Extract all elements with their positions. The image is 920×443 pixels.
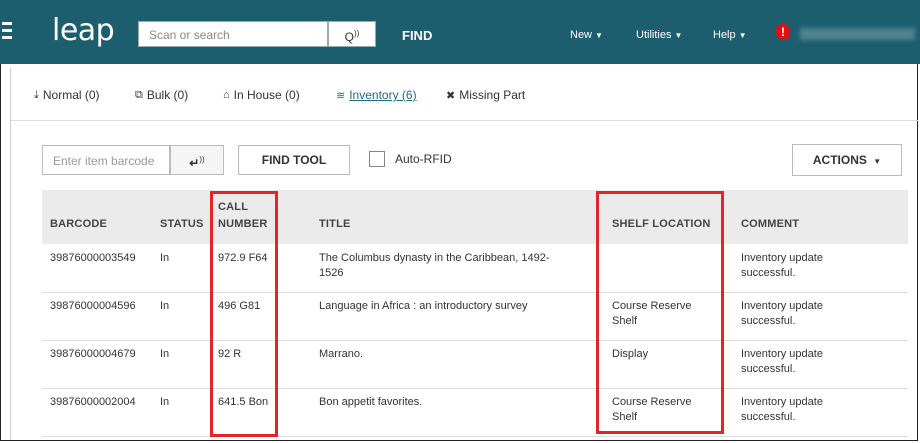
caret-down-icon: ▼	[595, 31, 603, 40]
cell-barcode: 39876000002004	[50, 396, 136, 408]
tab-normal[interactable]: ⤓ Normal (0)	[34, 88, 100, 102]
col-title[interactable]: TITLE	[319, 218, 351, 230]
auto-rfid-label: Auto-RFID	[395, 152, 452, 166]
puzzle-icon: ✖	[446, 89, 456, 102]
search-icon: Q	[344, 30, 354, 44]
cell-comment-line2: successful.	[741, 363, 796, 375]
cell-status: In	[160, 348, 170, 360]
download-icon: ⤓	[34, 88, 39, 101]
stack-icon: ≋	[336, 89, 346, 102]
search-input[interactable]: Scan or search	[138, 21, 328, 47]
table-row[interactable]: 39876000004596 In 496 G81 Language in Af…	[42, 292, 908, 341]
cell-title-line2: 1526	[319, 267, 344, 279]
app-logo[interactable]: leap	[52, 16, 115, 46]
user-account-menu[interactable]	[800, 28, 915, 40]
enter-icon: ↵	[189, 156, 200, 170]
cell-comment-line1: Inventory update	[741, 348, 823, 360]
nav-utilities-menu[interactable]: Utilities ▼	[636, 29, 682, 41]
cell-title-line1: Marrano.	[319, 348, 364, 360]
tab-inventory[interactable]: ≋ Inventory (6)	[336, 88, 417, 102]
cell-title-line1: Bon appetit favorites.	[319, 396, 423, 408]
table-header: BARCODE STATUS CALL NUMBER TITLE SHELF L…	[42, 190, 908, 244]
cell-comment-line1: Inventory update	[741, 300, 823, 312]
caret-down-icon: ▼	[873, 157, 882, 166]
shelf-location-highlight-box	[596, 191, 724, 434]
auto-rfid-checkbox[interactable]	[369, 151, 385, 167]
tab-missing-part-label: Missing Part	[459, 88, 526, 102]
tab-missing-part[interactable]: ✖ Missing Part	[446, 88, 525, 102]
find-tool-button[interactable]: FIND TOOL	[238, 145, 350, 175]
enter-barcode-button[interactable]: ↵))	[170, 145, 224, 175]
tab-bulk[interactable]: ⧉ Bulk (0)	[135, 88, 188, 102]
cell-barcode: 39876000004596	[50, 300, 136, 312]
tab-inventory-label: Inventory (6)	[349, 88, 417, 102]
nav-utilities-label: Utilities	[636, 29, 672, 41]
cell-barcode: 39876000003549	[50, 252, 136, 264]
alert-icon[interactable]: !	[776, 24, 790, 40]
cell-comment-line2: successful.	[741, 411, 796, 423]
home-icon: ⌂	[223, 89, 230, 101]
nav-new-menu[interactable]: New ▼	[570, 29, 603, 41]
nav-help-menu[interactable]: Help ▼	[713, 29, 747, 41]
cell-status: In	[160, 300, 170, 312]
rfid-signal-icon: ))	[199, 155, 205, 164]
table-row[interactable]: 39876000003549 In 972.9 F64 The Columbus…	[42, 244, 908, 293]
col-barcode[interactable]: BARCODE	[50, 218, 107, 230]
cell-comment-line2: successful.	[741, 267, 796, 279]
cell-title-line1: Language in Africa : an introductory sur…	[319, 300, 528, 312]
caret-down-icon: ▼	[674, 31, 683, 40]
cell-comment-line1: Inventory update	[741, 396, 823, 408]
nav-new-label: New	[570, 29, 593, 41]
search-scan-button[interactable]: Q))	[328, 21, 376, 47]
actions-dropdown-button[interactable]: ACTIONS ▼	[792, 144, 902, 176]
cell-barcode: 39876000004679	[50, 348, 136, 360]
top-navbar: leap Scan or search Q)) FIND New ▼ Utilit…	[0, 0, 920, 64]
nav-help-label: Help	[713, 29, 736, 41]
tab-in-house[interactable]: ⌂ In House (0)	[223, 88, 300, 102]
rfid-signal-icon: ))	[354, 29, 360, 38]
call-number-highlight-box	[210, 191, 278, 437]
hamburger-menu-icon[interactable]	[2, 22, 12, 40]
bulk-icon: ⧉	[135, 88, 143, 101]
table-row[interactable]: 39876000004679 In 92 R Marrano. Display …	[42, 340, 908, 389]
cell-status: In	[160, 252, 170, 264]
tab-in-house-label: In House (0)	[233, 88, 300, 102]
cell-comment-line1: Inventory update	[741, 252, 823, 264]
caret-down-icon: ▼	[738, 31, 747, 40]
col-comment[interactable]: COMMENT	[741, 218, 799, 230]
cell-comment-line2: successful.	[741, 315, 796, 327]
actions-label: ACTIONS	[812, 153, 867, 167]
cell-status: In	[160, 396, 170, 408]
tab-normal-label: Normal (0)	[42, 88, 100, 102]
table-row[interactable]: 39876000002004 In 641.5 Bon Bon appetit …	[42, 388, 908, 437]
find-link[interactable]: FIND	[402, 28, 432, 43]
col-status[interactable]: STATUS	[160, 218, 204, 230]
item-barcode-input[interactable]: Enter item barcode	[42, 145, 170, 175]
tab-bulk-label: Bulk (0)	[146, 88, 189, 102]
cell-title-line1: The Columbus dynasty in the Caribbean, 1…	[319, 252, 550, 264]
